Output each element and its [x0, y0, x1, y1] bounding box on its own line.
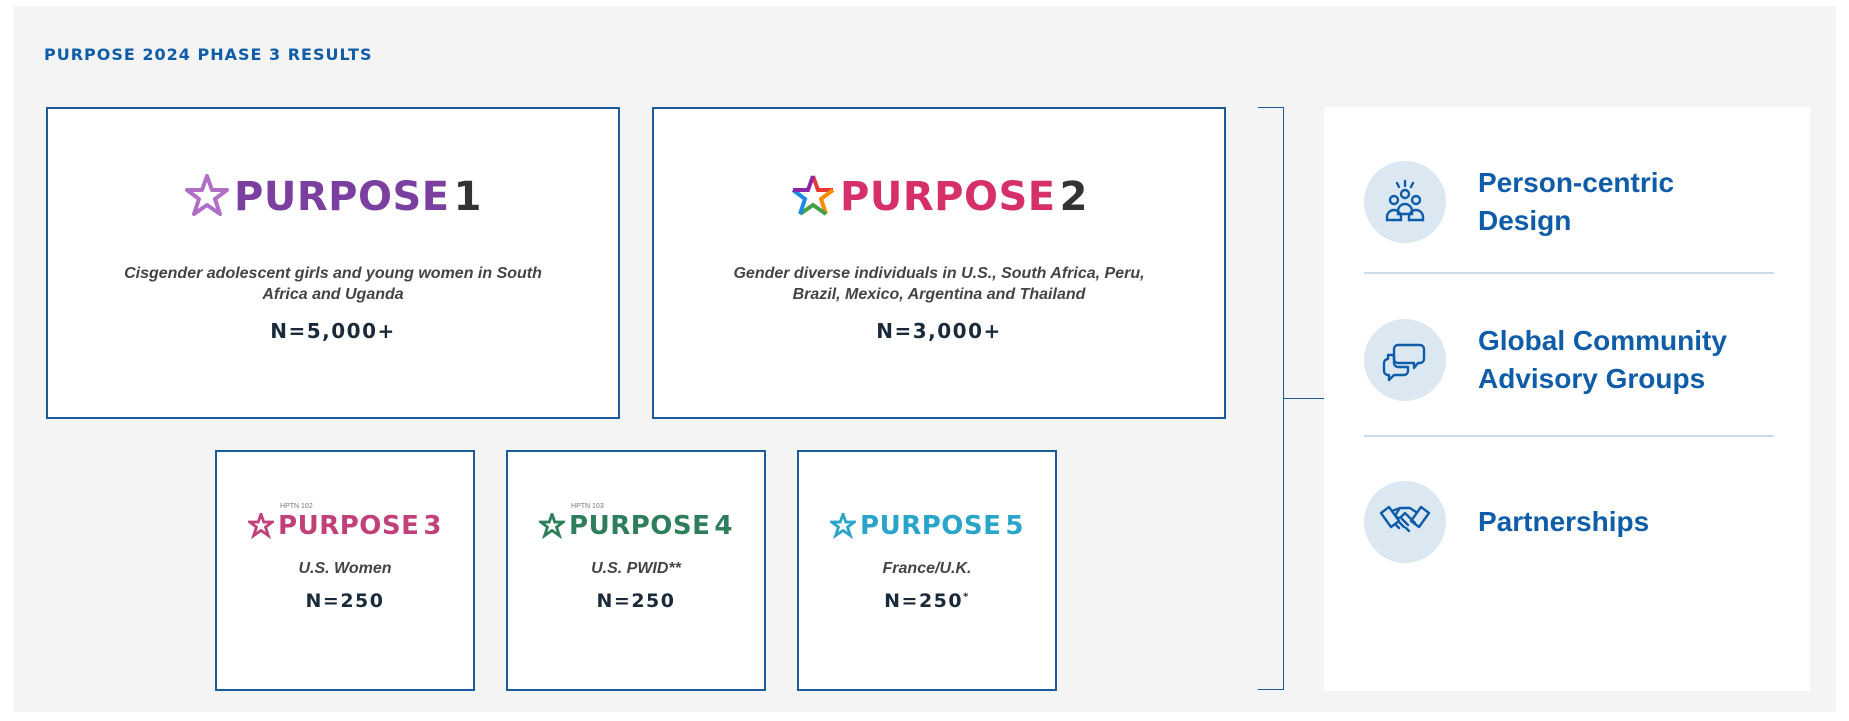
participant-count: N=5,000+ — [270, 319, 396, 343]
grouping-bracket — [1258, 107, 1284, 690]
logo-text: PURPOSE — [860, 511, 1002, 541]
logo-text: PURPOSE — [278, 511, 420, 541]
feature-global-community-advisory-groups: Global Community Advisory Groups — [1364, 319, 1774, 401]
logo-number: 1 — [453, 174, 482, 220]
study-card-purpose-3: HPTN 102 PURPOSE 3 U.S. Women N=250 — [215, 450, 475, 691]
study-card-purpose-5: PURPOSE 5 France/U.K. N=250* — [797, 450, 1057, 691]
section-heading: PURPOSE 2024 PHASE 3 RESULTS — [44, 45, 373, 64]
feature-partnerships: Partnerships — [1364, 481, 1774, 563]
feature-person-centric-design: Person-centric Design — [1364, 161, 1774, 243]
star-icon — [185, 174, 230, 216]
purpose-5-logo: PURPOSE 5 — [799, 508, 1055, 544]
logo-number: 2 — [1059, 174, 1088, 220]
study-card-purpose-2: PURPOSE 2 Gender diverse individuals in … — [652, 107, 1226, 419]
bracket-connector — [1284, 398, 1324, 399]
purpose-3-logo: HPTN 102 PURPOSE 3 — [217, 503, 473, 544]
feature-label: Global Community Advisory Groups — [1478, 325, 1727, 394]
participant-count: N=3,000+ — [876, 319, 1002, 343]
study-description: U.S. PWID** — [591, 560, 681, 577]
study-description: Cisgender adolescent girls and young wom… — [124, 265, 542, 303]
logo-number: 4 — [714, 511, 733, 541]
participant-count: N=250 — [596, 590, 676, 612]
feature-label: Partnerships — [1478, 506, 1650, 537]
participant-count: N=250 — [305, 590, 385, 612]
count-value: N=250 — [884, 590, 964, 612]
feature-divider — [1364, 435, 1774, 437]
logo-number: 3 — [423, 511, 442, 541]
purpose-1-logo: PURPOSE 1 — [48, 167, 618, 227]
chat-bubbles-icon — [1364, 319, 1446, 401]
logo-text: PURPOSE — [840, 174, 1056, 220]
handshake-icon — [1364, 481, 1446, 563]
logo-text: PURPOSE — [569, 511, 711, 541]
study-description: Gender diverse individuals in U.S., Sout… — [733, 265, 1145, 303]
features-sidebar: Person-centric Design Global Community A… — [1324, 107, 1810, 691]
star-icon — [830, 513, 857, 539]
star-icon — [248, 513, 275, 539]
study-card-purpose-4: HPTN 103 PURPOSE 4 U.S. PWID** N=250 — [506, 450, 766, 691]
study-card-purpose-1: PURPOSE 1 Cisgender adolescent girls and… — [46, 107, 620, 419]
purpose-2-logo: PURPOSE 2 — [654, 167, 1224, 227]
study-tag: HPTN 102 — [280, 503, 313, 510]
study-tag: HPTN 103 — [571, 503, 604, 510]
study-description: France/U.K. — [882, 560, 972, 577]
feature-label: Person-centric Design — [1478, 167, 1675, 236]
count-footnote-mark: * — [963, 591, 970, 603]
feature-divider — [1364, 272, 1774, 274]
study-description: U.S. Women — [298, 560, 392, 577]
participant-count: N=250* — [799, 590, 1055, 612]
purpose-4-logo: HPTN 103 PURPOSE 4 — [508, 503, 764, 544]
logo-text: PURPOSE — [234, 174, 450, 220]
people-group-icon — [1364, 161, 1446, 243]
star-icon — [539, 513, 566, 539]
star-icon — [791, 175, 835, 216]
logo-number: 5 — [1005, 511, 1024, 541]
